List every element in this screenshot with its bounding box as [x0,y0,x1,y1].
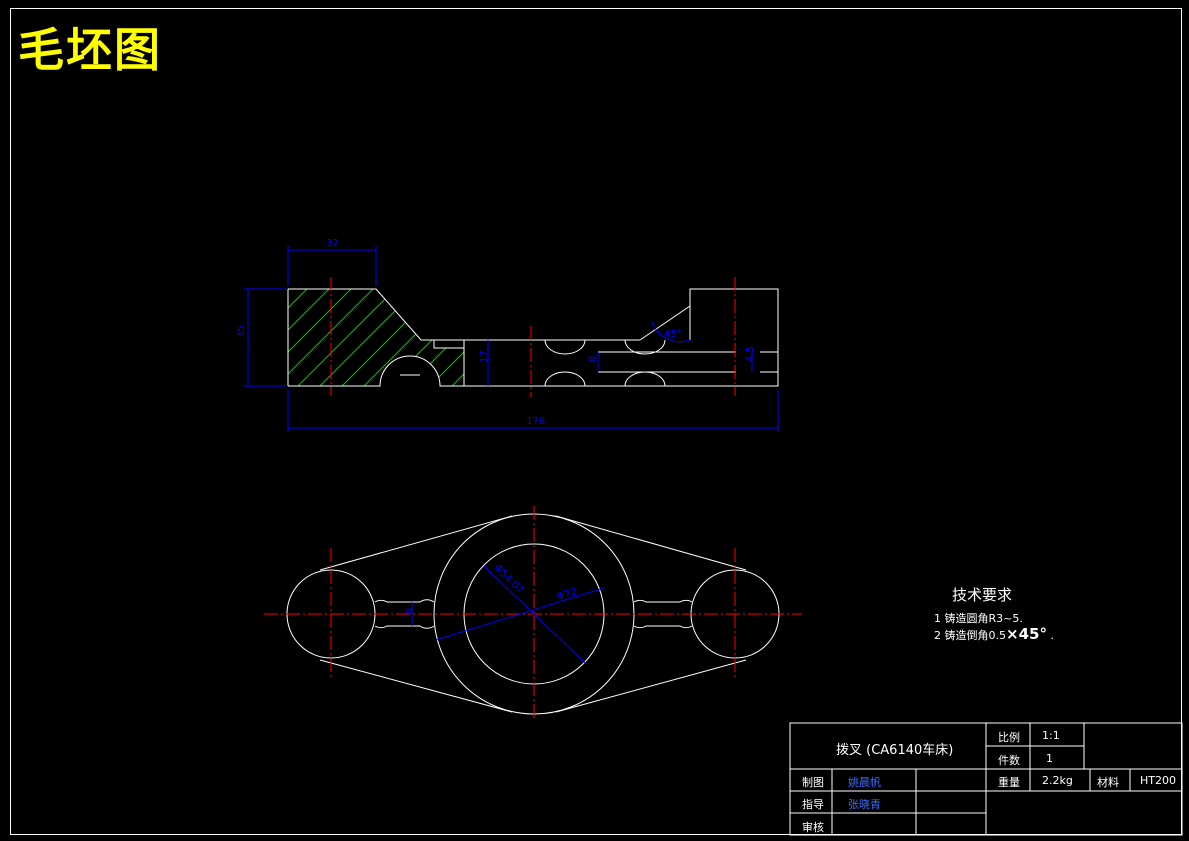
weight-value: 2.2kg [1042,774,1073,787]
material-value: HT200 [1140,774,1176,787]
guide-label: 指导 [802,798,824,811]
section-outline [287,288,779,387]
dim-phi72: Φ72 [556,586,579,603]
dim-32: 32 [326,238,339,249]
plan-dim-text: Φ72 Φ54.07 8 [404,562,579,614]
dim-17: 17 [479,350,490,363]
tech-item-2: 2 铸造倒角0.5×45° . [934,625,1054,643]
part-name: 拨叉 (CA6140车床) [836,743,954,758]
hatch-area [288,289,464,386]
drawn-label: 制图 [802,776,824,789]
scale-value: 1:1 [1042,729,1060,742]
dim-8: 8 [588,356,599,362]
section-dim-text: 32 35 17 8 4.5 45° 176 [236,238,756,427]
guide-name: 张晓青 [848,798,881,811]
section-dimensions [244,246,779,432]
material-label: 材料 [1097,776,1119,789]
dim-phi54: Φ54.07 [492,562,526,596]
tech-item-2-angle: ×45° [1006,625,1047,643]
tech-item-2-end: . [1050,629,1054,642]
tech-heading: 技术要求 [952,586,1013,604]
tech-item-2-text: 2 铸造倒角0.5 [934,629,1006,642]
dim-neck-8: 8 [404,608,415,614]
dim-45-angle: 45° [664,329,682,340]
weight-label: 重量 [998,776,1020,789]
qty-value: 1 [1046,752,1053,765]
qty-label: 件数 [998,754,1020,767]
drawn-name: 姚晨帆 [848,776,881,789]
drawing-canvas: 32 35 17 8 4.5 45° 176 Φ72 Φ54.07 8 [236,238,1183,836]
dim-35: 35 [236,325,247,338]
tech-item-1: 1 铸造圆角R3~5. [934,612,1023,625]
dim-4-5: 4.5 [745,346,756,362]
review-label: 审核 [802,821,824,834]
scale-label: 比例 [998,731,1020,744]
dim-176: 176 [526,416,545,427]
